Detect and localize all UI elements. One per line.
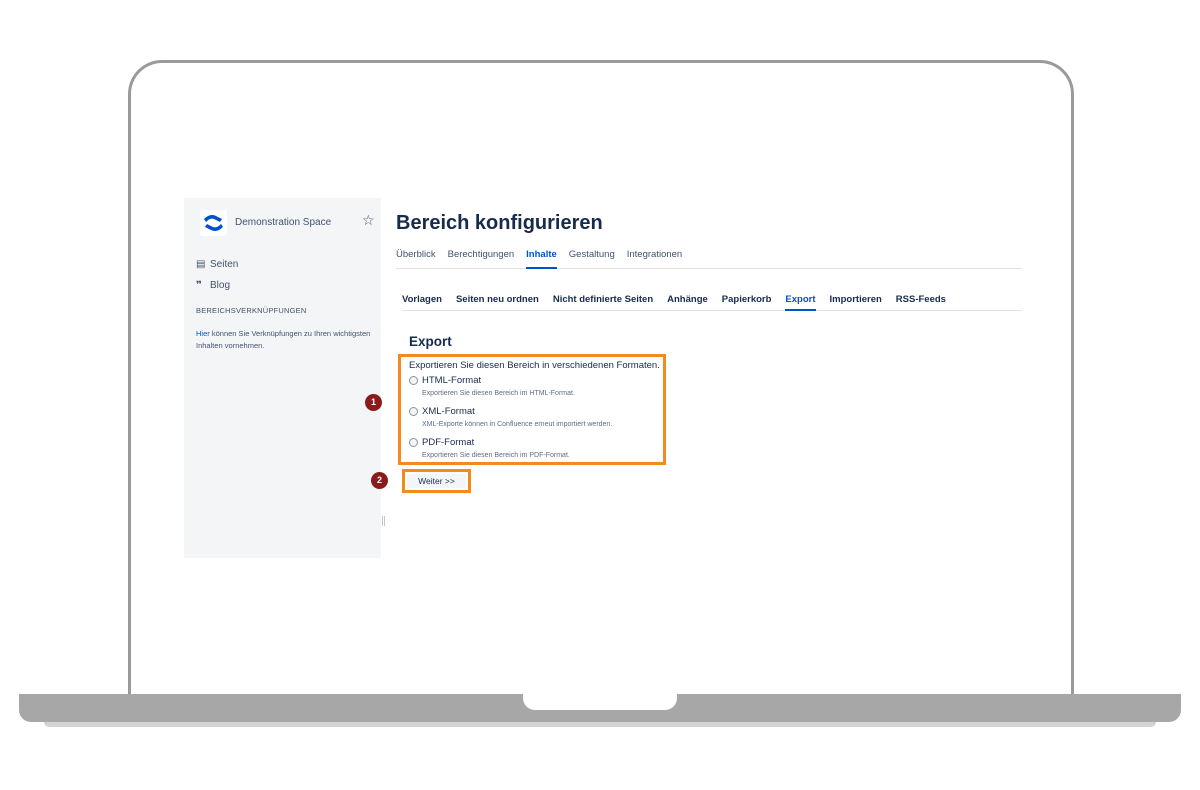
tab-look-and-feel[interactable]: Gestaltung [569, 249, 615, 269]
confluence-logo-icon [200, 210, 227, 236]
subtab-trash[interactable]: Papierkorb [722, 294, 772, 311]
radio-button[interactable] [409, 376, 418, 385]
tab-integrations[interactable]: Integrationen [627, 249, 682, 269]
space-name[interactable]: Demonstration Space [235, 217, 331, 228]
space-header[interactable]: Demonstration Space ☆ [200, 210, 375, 236]
step-badge-2: 2 [371, 472, 388, 489]
space-sidebar: Demonstration Space ☆ ▤ Seiten ❞ Blog BE… [184, 198, 381, 558]
tab-overview[interactable]: Überblick [396, 249, 436, 269]
subtab-reorder-pages[interactable]: Seiten neu ordnen [456, 294, 539, 311]
shortcuts-heading: BEREICHSVERKNÜPFUNGEN [196, 306, 307, 315]
option-description: Exportieren Sie diesen Bereich im HTML-F… [422, 390, 575, 397]
shortcuts-description: Hier können Sie Verknüpfungen zu Ihren w… [196, 328, 371, 351]
sidebar-resize-handle[interactable] [382, 516, 385, 526]
option-label[interactable]: HTML-Format [422, 375, 481, 386]
next-button[interactable]: Weiter >> [407, 474, 466, 488]
sidebar-item-blog[interactable]: ❞ Blog [196, 280, 230, 291]
subtab-attachments[interactable]: Anhänge [667, 294, 708, 311]
quote-icon: ❞ [196, 280, 202, 291]
tab-content[interactable]: Inhalte [526, 249, 557, 269]
sidebar-item-label: Blog [210, 280, 231, 291]
export-section-title: Export [409, 334, 452, 349]
shortcuts-text: können Sie Verknüpfungen zu Ihren wichti… [196, 329, 371, 350]
laptop-base-shadow [44, 722, 1156, 727]
tab-permissions[interactable]: Berechtigungen [448, 249, 515, 269]
option-description: XML-Exporte können in Confluence erneut … [422, 421, 613, 428]
config-tabs: Überblick Berechtigungen Inhalte Gestalt… [396, 249, 1022, 269]
subtab-undefined-pages[interactable]: Nicht definierte Seiten [553, 294, 653, 311]
option-description: Exportieren Sie diesen Bereich im PDF-Fo… [422, 452, 570, 459]
laptop-notch [523, 694, 677, 710]
subtab-rss-feeds[interactable]: RSS-Feeds [896, 294, 946, 311]
shortcuts-link[interactable]: Hier [196, 329, 210, 338]
sidebar-item-pages[interactable]: ▤ Seiten [196, 259, 238, 270]
page-title: Bereich konfigurieren [396, 212, 603, 234]
content-subtabs: Vorlagen Seiten neu ordnen Nicht definie… [402, 294, 1022, 311]
export-intro-text: Exportieren Sie diesen Bereich in versch… [409, 360, 660, 371]
star-icon[interactable]: ☆ [362, 212, 375, 229]
page-icon: ▤ [196, 259, 206, 270]
subtab-export[interactable]: Export [785, 294, 816, 311]
option-label[interactable]: PDF-Format [422, 437, 474, 448]
step-badge-1: 1 [365, 394, 382, 411]
sidebar-item-label: Seiten [210, 259, 239, 270]
subtab-templates[interactable]: Vorlagen [402, 294, 442, 311]
option-label[interactable]: XML-Format [422, 406, 475, 417]
radio-button[interactable] [409, 438, 418, 447]
subtab-import[interactable]: Importieren [830, 294, 882, 311]
radio-button[interactable] [409, 407, 418, 416]
